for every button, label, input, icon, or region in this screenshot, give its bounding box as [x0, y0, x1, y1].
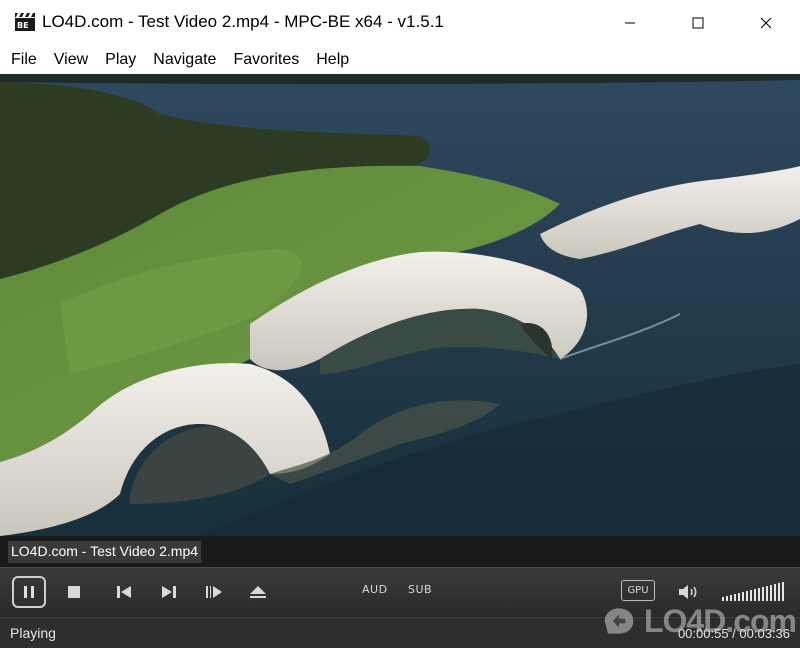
watermark-text: LO4D.com	[643, 602, 797, 639]
previous-button[interactable]	[110, 576, 138, 608]
menu-bar: File View Play Navigate Favorites Help	[0, 46, 800, 74]
next-icon	[162, 586, 176, 598]
menu-view[interactable]: View	[47, 49, 95, 71]
pause-icon	[24, 586, 34, 598]
maximize-button[interactable]	[664, 0, 732, 46]
video-area[interactable]	[0, 74, 800, 536]
stop-button[interactable]	[60, 576, 88, 608]
frame-step-icon	[206, 586, 222, 598]
frame-step-button[interactable]	[200, 576, 228, 608]
mpc-be-clapper-icon[interactable]: BE	[14, 12, 36, 32]
audio-track-button[interactable]: AUD	[362, 583, 388, 596]
close-icon	[760, 17, 772, 29]
menu-navigate[interactable]: Navigate	[146, 49, 223, 71]
eject-button[interactable]	[244, 576, 272, 608]
subtitle-button[interactable]: SUB	[408, 583, 432, 596]
menu-play[interactable]: Play	[98, 49, 143, 71]
title-bar: BE LO4D.com - Test Video 2.mp4 - MPC-BE …	[0, 0, 800, 46]
minimize-button[interactable]	[596, 0, 664, 46]
menu-favorites[interactable]: Favorites	[226, 49, 306, 71]
maximize-icon	[692, 17, 704, 29]
svg-text:BE: BE	[17, 21, 29, 30]
next-button[interactable]	[155, 576, 183, 608]
eject-icon	[250, 586, 266, 598]
previous-icon	[117, 586, 131, 598]
filename-bar: LO4D.com - Test Video 2.mp4	[0, 536, 800, 567]
gpu-label: GPU	[627, 585, 649, 596]
video-frame	[0, 74, 800, 536]
lo4d-logo-icon	[604, 608, 634, 634]
menu-help[interactable]: Help	[309, 49, 356, 71]
lo4d-watermark: LO4D.com	[600, 598, 797, 644]
playback-status: Playing	[10, 625, 56, 641]
pause-button[interactable]	[12, 576, 46, 608]
menu-file[interactable]: File	[4, 49, 44, 71]
close-button[interactable]	[732, 0, 800, 46]
window-title: LO4D.com - Test Video 2.mp4 - MPC-BE x64…	[42, 12, 444, 31]
filename-label: LO4D.com - Test Video 2.mp4	[8, 541, 202, 563]
stop-icon	[68, 586, 80, 598]
minimize-icon	[625, 22, 635, 24]
